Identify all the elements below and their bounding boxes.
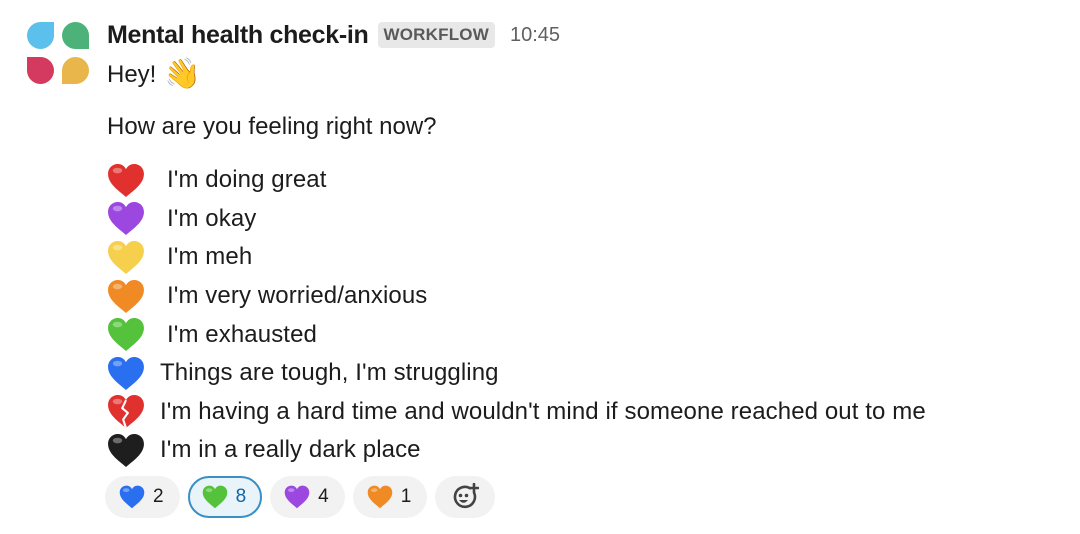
- option-label: I'm meh: [167, 243, 253, 271]
- add-reaction-button[interactable]: [435, 476, 496, 518]
- option-label: Things are tough, I'm struggling: [160, 359, 499, 387]
- option-label: I'm very worried/anxious: [167, 282, 428, 310]
- option-item: I'm meh: [107, 238, 926, 277]
- sender-name[interactable]: Mental health check-in: [107, 21, 369, 50]
- orange-heart-icon: [367, 485, 393, 509]
- purple-heart-icon: [284, 485, 310, 509]
- option-label: I'm okay: [167, 204, 257, 232]
- green-heart-icon: [202, 485, 228, 509]
- reaction-count: 1: [400, 486, 412, 507]
- options-list: I'm doing great I'm okay I'm meh I'm very w…: [107, 161, 926, 470]
- reaction-orange-heart[interactable]: 1: [352, 476, 428, 518]
- reaction-count: 4: [318, 486, 329, 507]
- reaction-blue-heart[interactable]: 2: [105, 476, 180, 518]
- option-label: I'm exhausted: [167, 320, 317, 348]
- avatar[interactable]: [27, 22, 93, 88]
- add-reaction-icon: [451, 483, 480, 511]
- reaction-count: 8: [235, 486, 247, 507]
- option-label: I'm in a really dark place: [160, 436, 421, 464]
- reaction-purple-heart[interactable]: 4: [270, 476, 345, 518]
- message-header: Mental health check-in WORKFLOW 10:45: [107, 18, 560, 52]
- timestamp[interactable]: 10:45: [510, 24, 560, 47]
- reaction-green-heart[interactable]: 8: [187, 476, 263, 518]
- reactions-bar: 2 8 4 1: [105, 476, 496, 518]
- option-item: I'm okay: [107, 200, 926, 239]
- greeting-line: Hey! 👋: [107, 55, 204, 94]
- option-item: I'm very worried/anxious: [107, 277, 926, 316]
- waving-hand-icon: 👋: [162, 55, 204, 94]
- avatar-petal-blue: [27, 22, 54, 49]
- avatar-petal-green: [62, 22, 89, 49]
- black-heart-icon: [107, 431, 147, 469]
- purple-heart-icon: [107, 200, 147, 238]
- greeting-text: Hey!: [107, 61, 157, 88]
- message: Mental health check-in WORKFLOW 10:45 He…: [0, 0, 1080, 534]
- option-label: I'm doing great: [167, 166, 327, 194]
- option-item: I'm doing great: [107, 161, 926, 200]
- avatar-petal-red: [27, 57, 54, 84]
- option-item: I'm having a hard time and wouldn't mind…: [107, 393, 926, 432]
- question-text: How are you feeling right now?: [107, 113, 437, 140]
- green-heart-icon: [107, 316, 147, 354]
- red-heart-icon: [107, 161, 147, 199]
- option-item: Things are tough, I'm struggling: [107, 354, 926, 393]
- orange-heart-icon: [107, 277, 147, 315]
- workflow-badge: WORKFLOW: [377, 22, 495, 48]
- blue-heart-icon: [119, 485, 145, 509]
- option-item: I'm in a really dark place: [107, 431, 926, 470]
- option-item: I'm exhausted: [107, 315, 926, 354]
- yellow-heart-icon: [107, 238, 147, 276]
- avatar-petal-yellow: [62, 57, 89, 84]
- option-label: I'm having a hard time and wouldn't mind…: [160, 397, 926, 425]
- broken-heart-icon: [107, 393, 147, 431]
- reaction-count: 2: [153, 486, 164, 507]
- blue-heart-icon: [107, 354, 147, 392]
